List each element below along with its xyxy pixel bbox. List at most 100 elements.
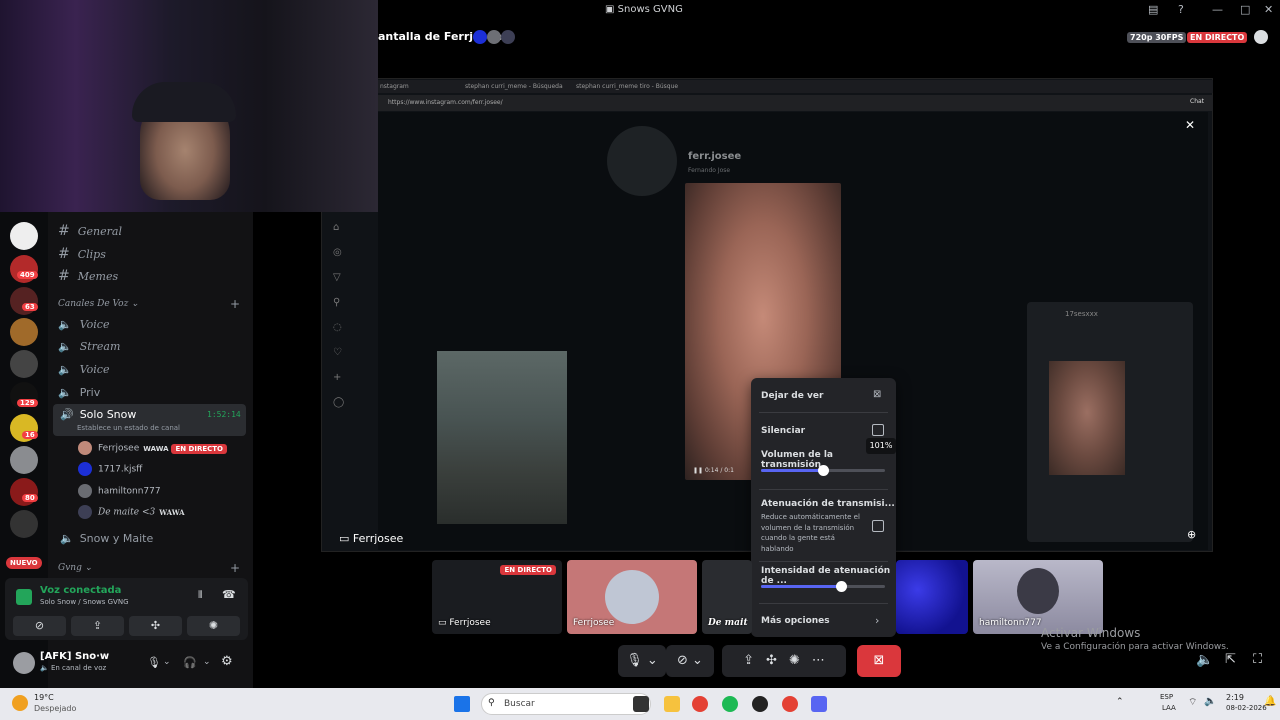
- microphone-icon[interactable]: 🎙: [147, 656, 161, 669]
- mute-item[interactable]: Silenciar: [761, 426, 805, 436]
- activities-icon[interactable]: ✣: [766, 653, 777, 668]
- chat-username: 17sesxxx: [1065, 310, 1098, 318]
- stop-watching-icon[interactable]: ⊠: [873, 389, 881, 400]
- participant-tile[interactable]: De mait: [702, 560, 752, 634]
- gear-icon[interactable]: ⚙: [221, 654, 233, 669]
- voice-channel[interactable]: 🔈 Priv: [58, 386, 100, 399]
- soundboard-button[interactable]: ✺: [187, 616, 240, 636]
- help-icon[interactable]: ?: [1178, 3, 1184, 16]
- pause-icon[interactable]: ❚❚: [693, 467, 705, 474]
- stream-label: ▭ Ferrjosee: [339, 532, 403, 545]
- browser-tab[interactable]: stephan curri_meme tiro - Búsque: [576, 83, 678, 90]
- category-header[interactable]: Gvng ⌄: [58, 563, 92, 573]
- activate-windows-subtitle: Ve a Configuración para activar Windows.: [1041, 642, 1229, 652]
- inbox-icon[interactable]: ▤: [1148, 3, 1158, 16]
- channel-status-text[interactable]: Establece un estado de canal: [77, 424, 180, 432]
- voice-user[interactable]: Ferrjosee WAWA EN DIRECTO: [78, 441, 227, 455]
- clock-time[interactable]: 2:19: [1226, 693, 1244, 702]
- weather-temp[interactable]: 19°C: [34, 693, 54, 702]
- voice-location[interactable]: Solo Snow / Snows GVNG: [40, 598, 129, 606]
- minimize-button[interactable]: —: [1212, 3, 1223, 16]
- voice-user[interactable]: hamiltonn777: [78, 484, 161, 498]
- windows-start-icon[interactable]: [454, 696, 470, 712]
- participant-tile[interactable]: [896, 560, 968, 634]
- browser-tab[interactable]: stephan curri_meme - Búsqueda: [465, 83, 563, 90]
- weather-desc: Despejado: [34, 704, 77, 713]
- browser-address-bar[interactable]: https://www.instagram.com/ferr.josee/ Ch…: [378, 95, 1213, 111]
- participant-tile[interactable]: Ferrjosee: [567, 560, 697, 634]
- attenuation-checkbox[interactable]: [872, 520, 884, 532]
- speaker-icon[interactable]: 🔈: [1204, 696, 1216, 707]
- voice-channel[interactable]: 🔈 Voice: [58, 363, 109, 376]
- chrome-icon[interactable]: [692, 696, 708, 712]
- more-icon[interactable]: ⋯: [812, 653, 825, 668]
- wifi-icon[interactable]: ⌔: [1188, 696, 1197, 709]
- share-screen-icon[interactable]: ⇪: [743, 653, 754, 668]
- voice-user[interactable]: 1717.kjsff: [78, 462, 142, 476]
- avatar[interactable]: [13, 652, 35, 674]
- voice-channel[interactable]: 🔈 Stream: [58, 340, 120, 353]
- leave-call-button[interactable]: ⊠: [857, 645, 901, 677]
- participant-tile[interactable]: EN DIRECTO ▭ Ferrjosee: [432, 560, 562, 634]
- volume-slider-knob[interactable]: [818, 465, 829, 476]
- channel-memes[interactable]: # Memes: [58, 268, 118, 284]
- profile-name: ferr.josee: [688, 151, 742, 162]
- server-icon[interactable]: [10, 510, 38, 538]
- notification-icon[interactable]: 🔔: [1264, 696, 1276, 707]
- headset-icon[interactable]: 🎧: [183, 656, 197, 669]
- voice-channel[interactable]: 🔈 Snow y Maite: [60, 532, 153, 545]
- new-badge[interactable]: NUEVO: [6, 557, 42, 569]
- server-icon[interactable]: [10, 350, 38, 378]
- chevron-up-icon[interactable]: ⌃: [1116, 697, 1124, 707]
- channel-general[interactable]: # General: [58, 223, 122, 239]
- taskbar: 19°C Despejado Buscar ⚲ ⌃ ESP LAA ⌔ 🔈 2:…: [0, 688, 1280, 720]
- browser-tab[interactable]: nstagram: [380, 83, 409, 90]
- activities-button[interactable]: ✣: [129, 616, 182, 636]
- voice-channel[interactable]: 🔈 Voice: [58, 318, 109, 331]
- camera-off-button[interactable]: ⊘: [13, 616, 66, 636]
- file-explorer-icon[interactable]: [664, 696, 680, 712]
- channel-clips[interactable]: # Clips: [58, 246, 106, 262]
- chevron-down-icon[interactable]: ⌄: [163, 657, 171, 667]
- volume-icon[interactable]: 🔈: [1196, 652, 1213, 668]
- zoom-icon[interactable]: ⊕: [1187, 528, 1196, 541]
- participant-tile[interactable]: hamiltonn777: [973, 560, 1103, 634]
- attenuation-title[interactable]: Atenuación de transmisi...: [761, 499, 895, 509]
- taskbar-search[interactable]: Buscar: [481, 693, 651, 715]
- browser-chat-button[interactable]: Chat: [1190, 98, 1204, 105]
- popout-icon[interactable]: ⇱: [1225, 652, 1236, 667]
- spotify-icon[interactable]: [722, 696, 738, 712]
- language-label[interactable]: ESP: [1160, 693, 1173, 701]
- signal-icon[interactable]: [16, 589, 32, 605]
- chevron-down-icon[interactable]: ⌄: [203, 657, 211, 667]
- intensity-slider-knob[interactable]: [836, 581, 847, 592]
- weather-icon[interactable]: [12, 695, 28, 711]
- noise-suppression-icon[interactable]: ⦀: [198, 590, 202, 601]
- server-icon[interactable]: [10, 318, 38, 346]
- maximize-button[interactable]: □: [1240, 3, 1250, 16]
- more-options-item[interactable]: Más opciones: [761, 616, 830, 626]
- voice-status: Voz conectada: [40, 585, 122, 596]
- discord-icon[interactable]: [811, 696, 827, 712]
- task-view-icon[interactable]: [633, 696, 649, 712]
- stop-watching-item[interactable]: Dejar de ver: [761, 391, 823, 401]
- soundboard-icon[interactable]: ✺: [789, 653, 800, 668]
- share-screen-button[interactable]: ⇪: [71, 616, 124, 636]
- fullscreen-icon[interactable]: ⛶: [1253, 652, 1262, 667]
- voice-category-header[interactable]: Canales De Voz ⌄: [58, 299, 139, 309]
- add-channel-icon[interactable]: +: [230, 561, 240, 575]
- server-icon[interactable]: [10, 446, 38, 474]
- add-channel-icon[interactable]: +: [230, 297, 240, 311]
- app-icon[interactable]: [752, 696, 768, 712]
- mute-checkbox[interactable]: [872, 424, 884, 436]
- camera-button[interactable]: ⊘ ⌄: [666, 645, 714, 677]
- server-icon[interactable]: [10, 222, 38, 250]
- close-button[interactable]: ✕: [1264, 3, 1273, 16]
- chat-bubble-icon[interactable]: [1254, 30, 1268, 44]
- close-icon[interactable]: ✕: [1185, 118, 1195, 132]
- hash-icon: #: [58, 268, 70, 284]
- mute-mic-button[interactable]: 🎙 ⌄: [618, 645, 666, 677]
- voice-user[interactable]: De maite <3 WAWA: [78, 505, 185, 519]
- chrome-icon[interactable]: [782, 696, 798, 712]
- disconnect-icon[interactable]: ☎: [222, 588, 236, 601]
